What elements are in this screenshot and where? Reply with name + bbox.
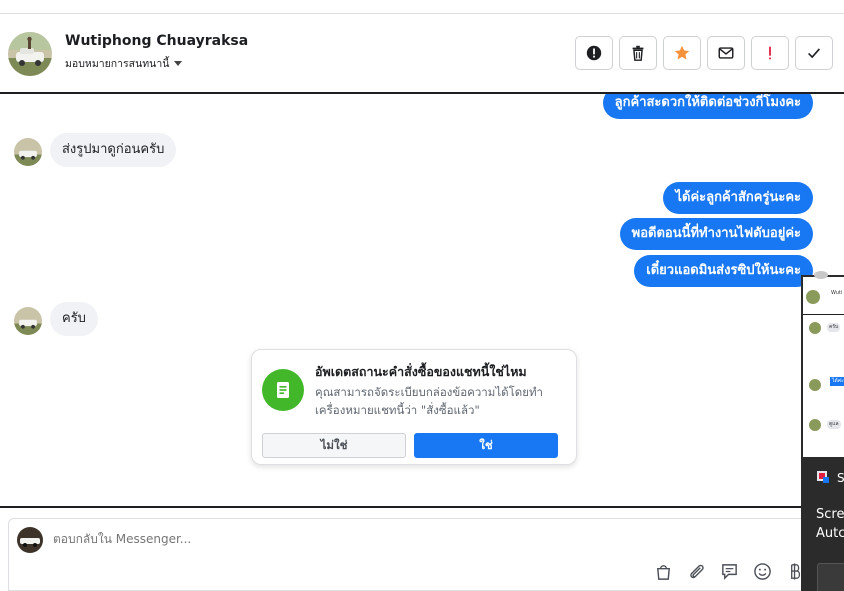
reply-input[interactable] <box>53 532 653 546</box>
confirm-button[interactable]: ใช่ <box>414 433 558 458</box>
avatar-photo <box>17 527 43 553</box>
message-bubble-incoming: ครับ <box>50 302 98 336</box>
star-button[interactable] <box>663 36 701 70</box>
thumbnail-avatar <box>809 322 821 334</box>
message-thread[interactable]: ลูกค้าสะดวกให้ติดต่อช่วงกี่โมงคะ ส่งรูปม… <box>0 94 844 506</box>
decline-button[interactable]: ไม่ใช่ <box>262 433 406 458</box>
conversation-header: Wutiphong Chuayraksa มอบหมายการสนทนานี้ <box>0 14 844 94</box>
emoji-button[interactable] <box>752 561 773 582</box>
thumbnail-avatar <box>809 379 821 391</box>
composer-toolbar <box>653 561 806 582</box>
snipping-tool-icon <box>817 471 829 483</box>
saved-reply-icon <box>722 564 737 580</box>
thumbnail-message: ครับ <box>827 323 841 332</box>
message-bubble-incoming: ส่งรูปมาดูก่อนครับ <box>50 133 177 167</box>
reply-composer <box>8 518 844 591</box>
thumbnail-avatar <box>806 290 820 304</box>
message-bubble-outgoing: เดี๋ยวแอดมินส่งรซิปให้นะคะ <box>634 255 813 287</box>
contact-name[interactable]: Wutiphong Chuayraksa <box>65 33 248 49</box>
screenshot-notification-popup[interactable]: Wuti ครับ ได้ค่ะ ดูแล S Scree Autc <box>801 275 844 591</box>
star-icon <box>674 45 690 60</box>
follow-up-button[interactable] <box>751 36 789 70</box>
header-actions <box>575 36 833 70</box>
thumbnail-message: ได้ค่ะ <box>830 377 844 386</box>
contact-avatar[interactable] <box>8 32 52 76</box>
popup-edge-handle[interactable] <box>814 271 828 279</box>
app-name: S <box>837 471 844 485</box>
message-bubble-outgoing: พอดีตอนนี้ที่ทำงานไฟดับอยู่ค่ะ <box>619 218 813 250</box>
avatar-photo <box>8 32 52 76</box>
trash-icon <box>632 45 644 61</box>
caret-down-icon <box>174 61 183 66</box>
notification-action-button[interactable] <box>817 563 844 591</box>
red-exclamation-icon <box>769 46 771 60</box>
shopping-bag-icon <box>657 565 670 580</box>
exclamation-circle-icon <box>586 45 602 61</box>
thumbnail-header: Wuti <box>803 277 844 315</box>
card-title: อัพเดตสถานะคำสั่งซื้อของแชทนี้ใช่ไหม <box>315 364 527 379</box>
assign-conversation-dropdown[interactable]: มอบหมายการสนทนานี้ <box>65 55 183 72</box>
order-status-card: อัพเดตสถานะคำสั่งซื้อของแชทนี้ใช่ไหม คุณ… <box>251 349 577 465</box>
mark-spam-button[interactable] <box>575 36 613 70</box>
thumbnail-avatar <box>809 419 821 431</box>
mark-unread-button[interactable] <box>707 36 745 70</box>
page-avatar <box>17 527 43 553</box>
screenshot-thumbnail: Wuti ครับ ได้ค่ะ ดูแล <box>803 277 844 457</box>
saved-reply-button[interactable] <box>719 561 740 582</box>
order-receipt-icon <box>262 369 304 411</box>
shopping-bag-button[interactable] <box>653 561 674 582</box>
thumbnail-message: ดูแล <box>827 420 841 429</box>
delete-button[interactable] <box>619 36 657 70</box>
checkmark-icon <box>808 48 821 59</box>
envelope-icon <box>718 47 734 59</box>
top-strip <box>0 0 844 14</box>
emoji-icon <box>754 563 771 580</box>
contact-avatar-small <box>14 307 42 335</box>
card-description: คุณสามารถจัดระเบียบกล่องข้อความได้โดยทำเ… <box>315 385 544 417</box>
attach-button[interactable] <box>686 561 707 582</box>
avatar-photo <box>14 138 42 166</box>
message-bubble-outgoing: ได้ค่ะลูกค้าสักครู่นะคะ <box>663 182 813 214</box>
paperclip-icon <box>690 564 704 579</box>
notification-subtitle: Autc <box>816 526 844 541</box>
mark-done-button[interactable] <box>795 36 833 70</box>
assign-label: มอบหมายการสนทนานี้ <box>65 58 170 70</box>
avatar-photo <box>14 307 42 335</box>
message-bubble-outgoing: ลูกค้าสะดวกให้ติดต่อช่วงกี่โมงคะ <box>602 94 813 119</box>
contact-avatar-small <box>14 138 42 166</box>
notification-title: Scree <box>816 507 844 522</box>
thumbnail-name: Wuti <box>831 290 843 296</box>
divider <box>0 506 844 508</box>
